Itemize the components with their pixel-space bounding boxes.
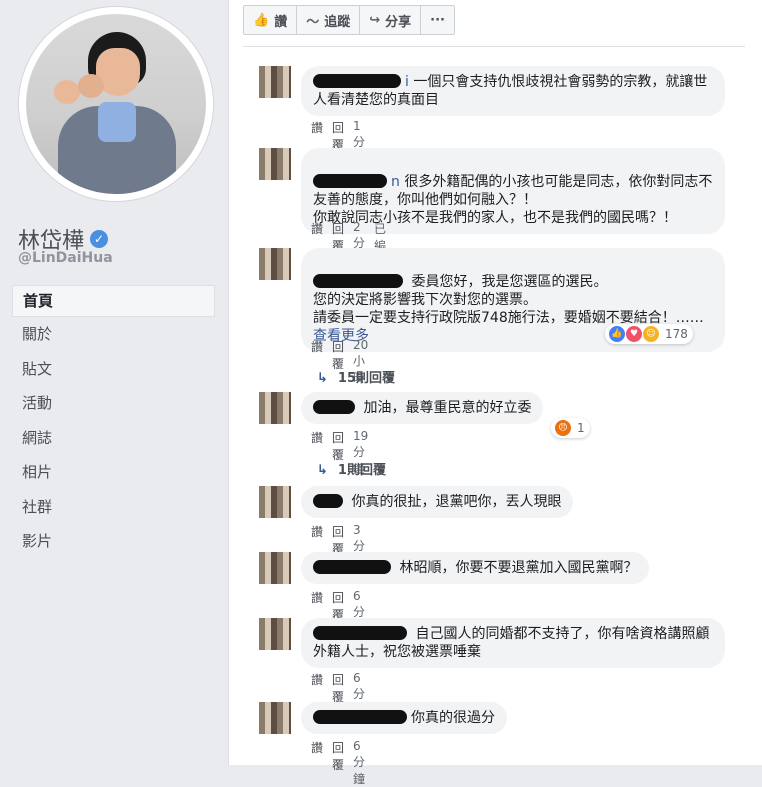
reply-arrow-icon: ↳ — [317, 463, 328, 478]
reaction-count: 1 — [577, 421, 585, 435]
commenter-avatar[interactable] — [259, 618, 291, 650]
page-handle[interactable]: @LinDaiHua — [18, 250, 113, 266]
commenter-avatar[interactable] — [259, 702, 291, 734]
nav-item-community[interactable]: 社群 — [12, 490, 215, 525]
replies-count: 1則回覆 — [337, 463, 386, 478]
like-page-button[interactable]: 👍 讚 — [243, 5, 298, 35]
reaction-summary[interactable]: 😠 1 — [551, 418, 590, 438]
post-panel: 👍 讚 〜追蹤 ↪ 分享 ··· i 一個只會支持仇恨歧視社會弱勢的宗教，就讓世人看… — [228, 0, 762, 786]
comment-bubble: 自己國人的同婚都不支持了，你有啥資格講照顧外籍人士，祝您被選票唾棄 — [301, 618, 725, 668]
redacted-name[interactable] — [313, 400, 355, 414]
nav-item-photos[interactable]: 相片 — [12, 455, 215, 490]
redacted-name[interactable] — [313, 560, 391, 574]
follow-label: 追蹤 — [324, 14, 351, 30]
comment-text: 你真的很扯，退黨吧你，丟人現眼 — [351, 494, 562, 510]
commenter-avatar[interactable] — [259, 486, 291, 518]
redacted-name[interactable] — [313, 74, 401, 88]
more-button[interactable]: ··· — [420, 5, 455, 35]
haha-reaction-icon: ☺ — [642, 325, 660, 343]
comment-text: 加油，最尊重民意的好立委 — [363, 400, 532, 416]
nav-item-about[interactable]: 關於 — [12, 317, 215, 352]
comment-bubble: 你真的很扯，退黨吧你，丟人現眼 — [301, 486, 574, 518]
comment-text: 林昭順，你要不要退黨加入國民黨啊？ — [399, 560, 638, 576]
redacted-name[interactable] — [313, 626, 407, 640]
page-nav: 首頁 關於 貼文 活動 網誌 相片 社群 影片 — [12, 285, 215, 559]
replies-count: 15則回覆 — [337, 371, 395, 386]
like-link[interactable]: 讚 — [311, 739, 323, 787]
commenter-name-tail: n — [391, 174, 400, 190]
page-actions: 👍 讚 〜追蹤 ↪ 分享 ··· — [243, 5, 455, 35]
thumbs-up-icon: 👍 — [253, 12, 270, 28]
profile-photo — [26, 14, 206, 194]
commenter-avatar[interactable] — [259, 148, 291, 180]
comment-bubble: 加油，最尊重民意的好立委 — [301, 392, 544, 424]
commenter-avatar[interactable] — [259, 66, 291, 98]
nav-item-videos[interactable]: 影片 — [12, 524, 215, 559]
nav-item-notes[interactable]: 網誌 — [12, 421, 215, 456]
follow-button[interactable]: 〜追蹤 — [296, 5, 361, 35]
reaction-count: 178 — [665, 327, 688, 341]
comment-text: 你真的很過分 — [411, 710, 495, 726]
timestamp[interactable]: 6分鐘 — [353, 739, 365, 787]
share-button[interactable]: ↪ 分享 — [359, 5, 422, 35]
share-label: 分享 — [385, 14, 412, 30]
more-icon: ··· — [430, 12, 445, 28]
nav-item-posts[interactable]: 貼文 — [12, 352, 215, 387]
nav-item-home[interactable]: 首頁 — [12, 285, 215, 317]
nav-item-events[interactable]: 活動 — [12, 386, 215, 421]
comment-meta: 讚 回覆 6分鐘 — [311, 739, 374, 787]
comment-bubble: 林昭順，你要不要退黨加入國民黨啊？ — [301, 552, 650, 584]
redacted-name[interactable] — [313, 494, 343, 508]
profile-picture[interactable] — [19, 7, 213, 201]
commenter-name-tail: i — [405, 74, 409, 90]
comment-bubble: i 一個只會支持仇恨歧視社會弱勢的宗教，就讓世人看清楚您的真面目 — [301, 66, 725, 116]
comment-bubble: 你真的很過分 — [301, 702, 507, 734]
reply-arrow-icon: ↳ — [317, 371, 328, 386]
commenter-avatar[interactable] — [259, 552, 291, 584]
like-reaction-icon: 👍 — [608, 325, 626, 343]
rss-icon: 〜 — [306, 14, 320, 30]
like-page-label: 讚 — [274, 14, 288, 30]
reaction-summary[interactable]: 👍 ♥ ☺ 178 — [605, 324, 693, 344]
verified-badge-icon: ✓ — [90, 230, 109, 248]
reply-link[interactable]: 回覆 — [332, 739, 344, 787]
view-replies-link[interactable]: ↳ 1則回覆 — [317, 459, 386, 478]
love-reaction-icon: ♥ — [625, 325, 643, 343]
angry-reaction-icon: 😠 — [554, 419, 572, 437]
redacted-name[interactable] — [313, 274, 403, 288]
commenter-avatar[interactable] — [259, 248, 291, 280]
commenter-avatar[interactable] — [259, 392, 291, 424]
redacted-name[interactable] — [313, 710, 407, 724]
redacted-name[interactable] — [313, 174, 387, 188]
share-icon: ↪ — [369, 12, 381, 28]
divider — [243, 46, 745, 47]
view-replies-link[interactable]: ↳ 15則回覆 — [317, 367, 395, 386]
page-sidebar: 林岱樺 ✓ @LinDaiHua 首頁 關於 貼文 活動 網誌 相片 社群 影片 — [0, 0, 228, 765]
